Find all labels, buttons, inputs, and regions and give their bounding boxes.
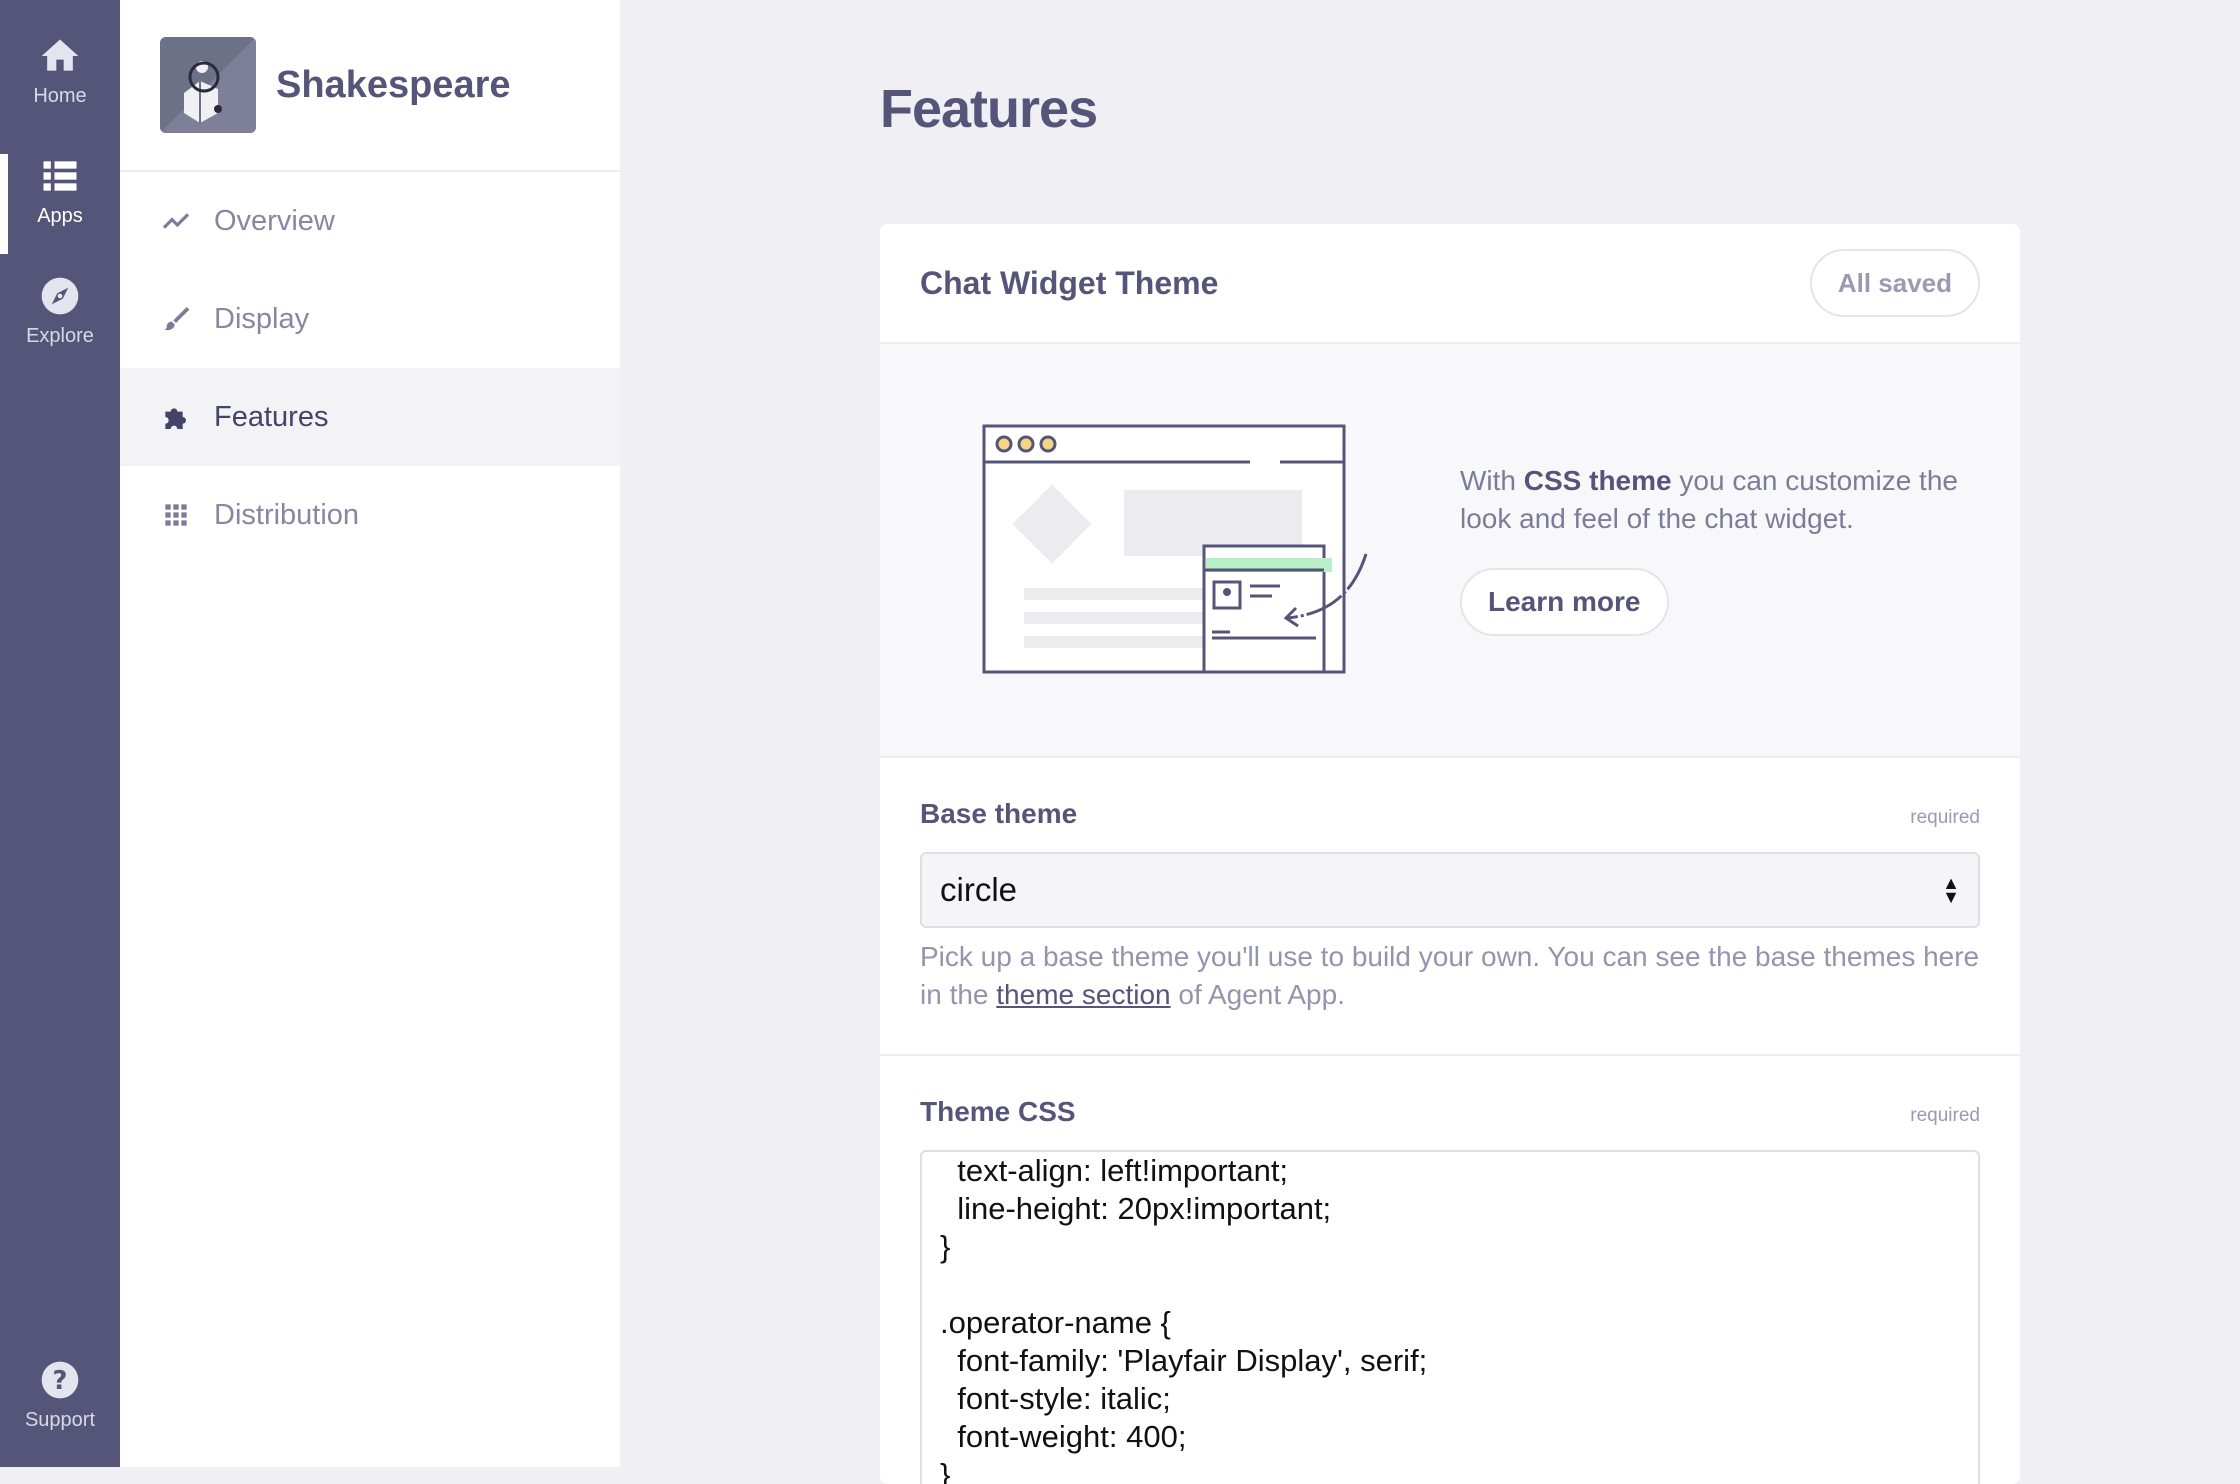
theme-css-label: Theme CSS: [920, 1096, 1076, 1127]
promo-text-bold: CSS theme: [1523, 465, 1672, 496]
code-line: line-height: 20px!important;: [940, 1191, 1332, 1226]
card-header: Chat Widget Theme All saved: [880, 224, 2020, 344]
code-line: font-style: italic;: [940, 1381, 1171, 1416]
code-line: }: [940, 1457, 951, 1484]
main-content: Features Chat Widget Theme All saved Wit…: [620, 0, 2240, 1484]
base-theme-field: Base theme required circle ▲ ▼ Pick up a …: [920, 798, 1980, 1014]
app-header: Shakespeare: [120, 0, 620, 172]
base-theme-help-suffix: of Agent App.: [1170, 979, 1345, 1010]
code-line: .operator-name {: [940, 1305, 1171, 1340]
code-line: font-family: 'Playfair Display', serif;: [940, 1343, 1428, 1378]
select-arrows-icon: ▲ ▼: [1942, 873, 1960, 907]
card-title: Chat Widget Theme: [920, 264, 1219, 301]
rail-label-apps: Apps: [37, 205, 83, 227]
css-theme-promo: With CSS theme you can customize the loo…: [880, 344, 2020, 758]
home-icon: [41, 39, 79, 71]
rail-item-home[interactable]: Home: [0, 10, 120, 130]
chat-widget-theme-card: Chat Widget Theme All saved With CSS the…: [880, 224, 2020, 1484]
app-sidebar: Shakespeare Overview Display Features Di…: [120, 0, 620, 1467]
code-line: font-weight: 400;: [940, 1419, 1187, 1454]
primary-rail: Home Apps Explore ? Support: [0, 0, 120, 1467]
trend-line-icon: [162, 213, 190, 229]
promo-description: With CSS theme you can customize the loo…: [1460, 462, 1980, 538]
puzzle-icon: [165, 408, 186, 429]
svg-text:?: ?: [53, 1366, 68, 1396]
section-divider: [880, 1054, 2020, 1056]
base-theme-header: Base theme required: [920, 798, 1980, 830]
rail-label-home: Home: [33, 85, 87, 107]
rail-item-support[interactable]: ? Support: [0, 1334, 120, 1454]
nav-label-overview: Overview: [214, 204, 335, 237]
theme-css-field: Theme CSS required text-align: left!impo…: [920, 1096, 1980, 1484]
nav-item-overview[interactable]: Overview: [120, 172, 620, 270]
nav-label-features: Features: [214, 400, 329, 433]
rail-item-explore[interactable]: Explore: [0, 250, 120, 370]
nav-item-features[interactable]: Features: [120, 368, 620, 466]
base-theme-help: Pick up a base theme you'll use to build…: [920, 938, 1980, 1014]
theme-css-required: required: [1910, 1105, 1980, 1126]
code-line: text-align: left!important;: [940, 1153, 1289, 1188]
app-logo: [160, 37, 256, 133]
base-theme-required: required: [1910, 807, 1980, 828]
nav-item-display[interactable]: Display: [120, 270, 620, 368]
theme-css-header: Theme CSS required: [920, 1096, 1980, 1128]
rail-label-support: Support: [24, 1409, 96, 1431]
nav-item-distribution[interactable]: Distribution: [120, 466, 620, 564]
page-title: Features: [880, 79, 1098, 139]
base-theme-value: circle: [940, 871, 1018, 908]
base-theme-select[interactable]: circle ▲ ▼: [920, 852, 1980, 928]
promo-text-prefix: With: [1460, 465, 1524, 496]
learn-more-button[interactable]: Learn more: [1460, 568, 1669, 636]
browser-illustration: [982, 424, 1368, 674]
app-name: Shakespeare: [276, 63, 511, 106]
base-theme-label: Base theme: [920, 798, 1078, 829]
nav-label-distribution: Distribution: [214, 498, 360, 531]
theme-section-link[interactable]: theme section: [996, 979, 1170, 1010]
theme-css-editor[interactable]: text-align: left!important; line-height:…: [920, 1150, 1980, 1484]
nav-label-display: Display: [214, 302, 310, 335]
brush-icon: [164, 307, 190, 331]
code-line: }: [940, 1229, 951, 1264]
compass-icon: [41, 277, 79, 315]
rail-item-apps[interactable]: Apps: [0, 130, 120, 254]
grid-icon: [165, 504, 187, 526]
help-icon: ?: [41, 1361, 79, 1399]
apps-icon: [43, 161, 77, 191]
rail-label-explore: Explore: [26, 325, 94, 347]
save-status-badge: All saved: [1809, 249, 1980, 317]
